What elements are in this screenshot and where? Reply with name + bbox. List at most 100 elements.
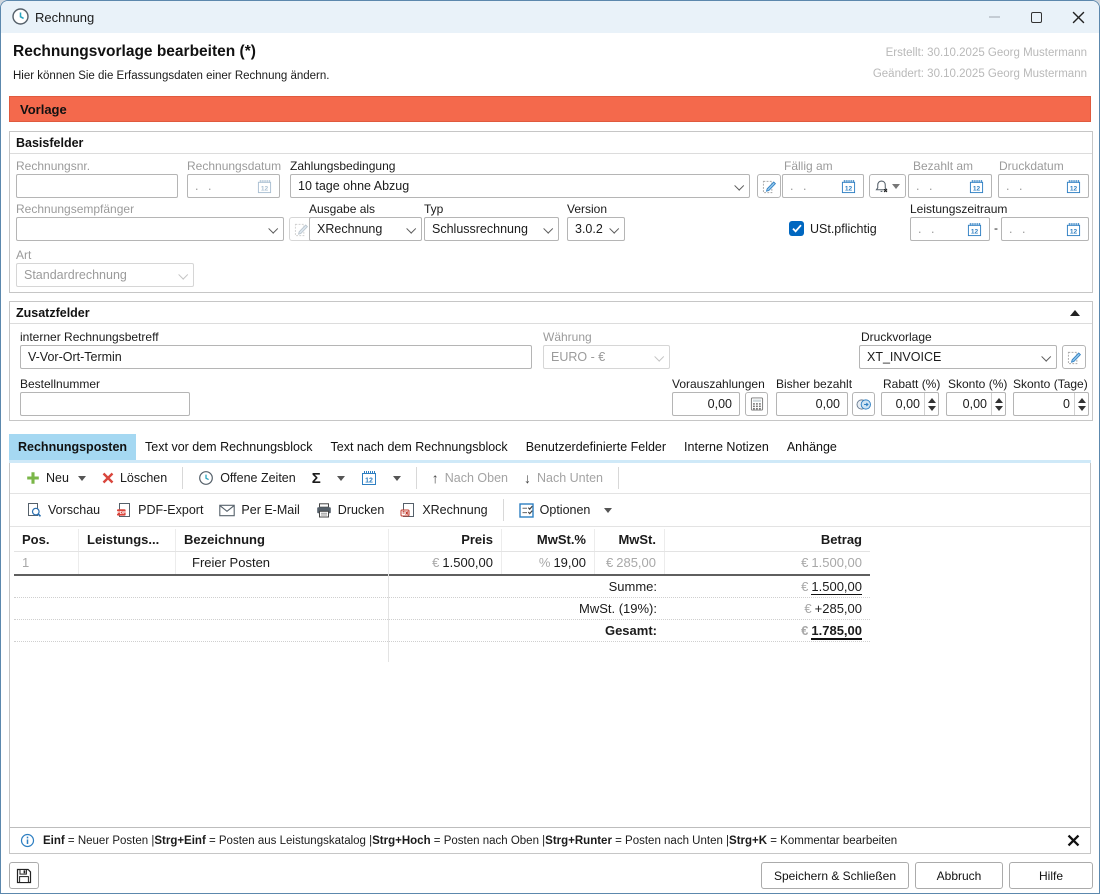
skonto-pct-spinner[interactable]: 0,00: [946, 392, 1006, 416]
zusatzfelder-group: Zusatzfelder interner Rechnungsbetreff V…: [9, 301, 1093, 421]
tab-rechnungsposten[interactable]: Rechnungsposten: [9, 434, 136, 460]
druckvorlage-edit-button[interactable]: [1062, 345, 1086, 369]
posten-toolbar: Neu Löschen Offene Zeiten Σ 12: [10, 463, 1090, 494]
rechnungsdatum-label: Rechnungsdatum: [187, 159, 281, 173]
calculator-icon: [750, 397, 764, 411]
zahlungsbedingung-combo[interactable]: 10 tage ohne Abzug: [290, 174, 750, 198]
drucken-button[interactable]: Drucken: [308, 497, 393, 523]
summe-sigma-button[interactable]: Σ: [304, 465, 353, 491]
svg-text:12: 12: [1070, 185, 1078, 192]
leistungszeitraum-bis-input[interactable]: . . 12: [1001, 217, 1089, 241]
calendar-icon[interactable]: 12: [1066, 179, 1081, 194]
template-banner: Vorlage: [9, 96, 1091, 122]
col-preis[interactable]: Preis: [389, 529, 502, 551]
abbruch-button[interactable]: Abbruch: [915, 862, 1003, 889]
rechnungsnr-input[interactable]: [16, 174, 178, 198]
zusatzfelder-title: Zusatzfelder: [10, 302, 1092, 324]
minimize-button[interactable]: [973, 2, 1015, 32]
vorschau-button[interactable]: Vorschau: [18, 497, 108, 523]
kalender-button[interactable]: 12: [353, 465, 409, 491]
spinner-buttons[interactable]: [1074, 393, 1088, 415]
col-betrag[interactable]: Betrag: [665, 529, 870, 551]
payments-coins-button[interactable]: [852, 392, 875, 416]
gesamt-value: €1.785,00: [665, 621, 870, 640]
ust-pflichtig-checkbox[interactable]: [789, 221, 804, 236]
rechnungsdatum-input[interactable]: . . 12: [187, 174, 280, 198]
close-button[interactable]: [1057, 2, 1099, 32]
pdf-icon: PDF: [116, 502, 132, 518]
nach-oben-button[interactable]: ↑ Nach Oben: [424, 465, 516, 491]
tab-anhaenge[interactable]: Anhänge: [778, 434, 846, 460]
leistungszeitraum-separator: -: [994, 221, 998, 235]
statusbar-close-button[interactable]: [1067, 834, 1080, 847]
tab-text-nach-rechnungsblock[interactable]: Text nach dem Rechnungsblock: [322, 434, 517, 460]
xrechnung-file-icon: [400, 502, 416, 518]
ausgabe-als-combo[interactable]: XRechnung: [309, 217, 422, 241]
loeschen-button[interactable]: Löschen: [94, 465, 175, 491]
waehrung-combo[interactable]: EURO - €: [543, 345, 670, 369]
shortcut-hint: Strg+Hoch = Posten nach Oben |: [372, 835, 545, 847]
bestellnummer-input[interactable]: [20, 392, 190, 416]
rabatt-label: Rabatt (%): [883, 377, 940, 391]
template-banner-label: Vorlage: [20, 102, 67, 117]
zahlungsbedingung-edit-button[interactable]: [757, 174, 781, 198]
offene-zeiten-button[interactable]: Offene Zeiten: [190, 465, 304, 491]
faellig-am-input[interactable]: . . 12: [782, 174, 864, 198]
leistungszeitraum-von-input[interactable]: . . 12: [910, 217, 990, 241]
collapse-arrow-icon[interactable]: [1070, 310, 1080, 316]
save-button[interactable]: [9, 862, 39, 889]
pdf-export-button[interactable]: PDF PDF-Export: [108, 497, 211, 523]
hilfe-button[interactable]: Hilfe: [1009, 862, 1093, 889]
tab-interne-notizen[interactable]: Interne Notizen: [675, 434, 778, 460]
tab-benutzerdefinierte-felder[interactable]: Benutzerdefinierte Felder: [517, 434, 675, 460]
spinner-buttons[interactable]: [924, 393, 938, 415]
rechnungsempfaenger-combo[interactable]: [16, 217, 284, 241]
art-combo[interactable]: Standardrechnung: [16, 263, 194, 287]
vorauszahlungen-calculator-button[interactable]: [745, 392, 768, 416]
calendar-icon[interactable]: 12: [969, 179, 984, 194]
chevron-down-icon: [734, 180, 744, 190]
ust-pflichtig-label: USt.pflichtig: [810, 222, 877, 236]
summe-label: Summe:: [14, 577, 665, 596]
calendar-icon[interactable]: 12: [1066, 222, 1081, 237]
col-mwst[interactable]: MwSt.: [595, 529, 665, 551]
xrechnung-export-button[interactable]: XRechnung: [392, 497, 495, 523]
typ-label: Typ: [424, 202, 443, 216]
invoice-window: Rechnung Rechnungsvorlage bearbeiten (*)…: [0, 0, 1100, 894]
col-bezeichnung[interactable]: Bezeichnung: [176, 529, 389, 551]
calendar-icon[interactable]: 12: [967, 222, 982, 237]
basisfelder-title: Basisfelder: [10, 132, 1092, 154]
spinner-buttons[interactable]: [991, 393, 1005, 415]
calendar-icon[interactable]: 12: [257, 179, 272, 194]
rabatt-spinner[interactable]: 0,00: [881, 392, 939, 416]
cell-betrag: €1.500,00: [665, 552, 870, 574]
vorauszahlungen-input[interactable]: 0,00: [672, 392, 740, 416]
shortcut-hint: Strg+Einf = Posten aus Leistungskatalog …: [154, 835, 372, 847]
table-row[interactable]: 1 Freier Posten €1.500,00 %19,00 €285,00…: [14, 552, 870, 576]
col-leistung[interactable]: Leistungs...: [79, 529, 176, 551]
typ-combo[interactable]: Schlussrechnung: [424, 217, 559, 241]
druckdatum-input[interactable]: . . 12: [998, 174, 1089, 198]
bezahlt-am-input[interactable]: . . 12: [908, 174, 992, 198]
skonto-tage-spinner[interactable]: 0: [1013, 392, 1089, 416]
per-email-button[interactable]: Per E-Mail: [211, 497, 307, 523]
betreff-input[interactable]: V-Vor-Ort-Termin: [20, 345, 532, 369]
close-icon: [1067, 834, 1080, 847]
spin-up-icon: [928, 398, 936, 403]
shortcut-hint: Strg+Runter = Posten nach Unten |: [545, 835, 729, 847]
faellig-am-label: Fällig am: [784, 159, 833, 173]
bisher-bezahlt-input[interactable]: 0,00: [776, 392, 848, 416]
optionen-button[interactable]: Optionen: [511, 497, 621, 523]
tab-text-vor-rechnungsblock[interactable]: Text vor dem Rechnungsblock: [136, 434, 321, 460]
speichern-schliessen-button[interactable]: Speichern & Schließen: [761, 862, 909, 889]
col-mwst-pct[interactable]: MwSt.%: [502, 529, 595, 551]
col-pos[interactable]: Pos.: [14, 529, 79, 551]
version-combo[interactable]: 3.0.2: [567, 217, 625, 241]
chevron-down-icon: [1041, 351, 1051, 361]
druckvorlage-combo[interactable]: XT_INVOICE: [859, 345, 1057, 369]
maximize-button[interactable]: [1015, 2, 1057, 32]
neu-button[interactable]: Neu: [18, 465, 94, 491]
reminder-bell-button[interactable]: [869, 174, 906, 198]
calendar-icon[interactable]: 12: [841, 179, 856, 194]
nach-unten-button[interactable]: ↓ Nach Unten: [516, 465, 611, 491]
